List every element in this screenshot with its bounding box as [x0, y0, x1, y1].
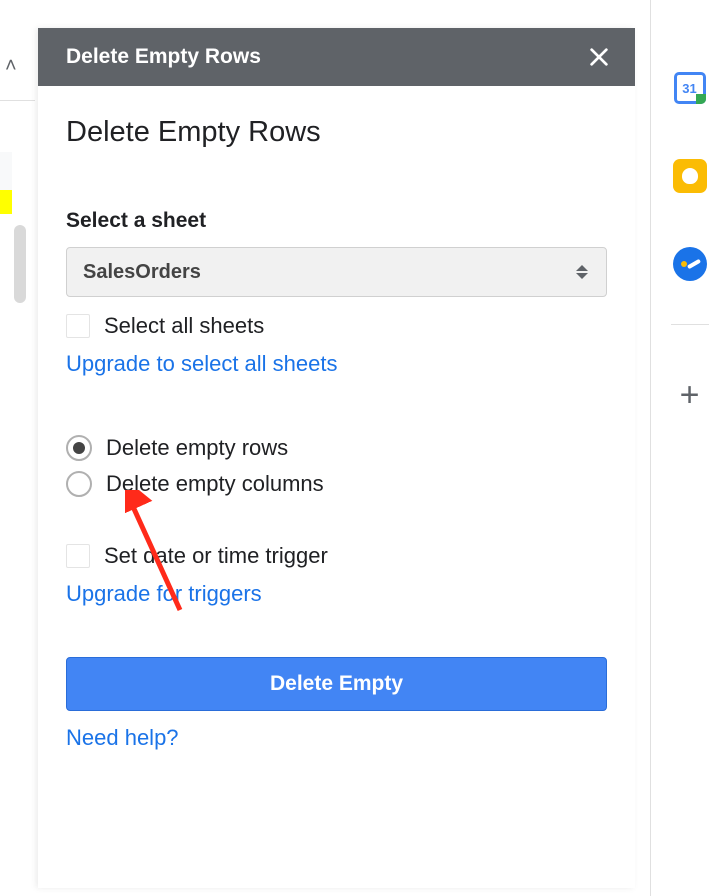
dropdown-caret-icon [576, 265, 588, 279]
delete-empty-columns-label: Delete empty columns [106, 471, 324, 497]
add-addon-button[interactable]: + [672, 377, 708, 413]
panel-body: Delete Empty Rows Select a sheet SalesOr… [38, 86, 635, 751]
select-sheet-label: Select a sheet [66, 209, 607, 233]
divider [0, 100, 35, 101]
plus-icon: + [680, 378, 700, 412]
delete-empty-rows-radio[interactable]: Delete empty rows [66, 435, 607, 461]
checkbox-icon [66, 544, 90, 568]
highlighted-cell-sliver [0, 190, 12, 214]
scrollbar-sliver[interactable] [14, 225, 26, 303]
delete-empty-button[interactable]: Delete Empty [66, 657, 607, 711]
panel-header: Delete Empty Rows [38, 28, 635, 86]
google-side-panel: 31 + [650, 0, 728, 896]
sheet-dropdown[interactable]: SalesOrders [66, 247, 607, 297]
keep-icon [673, 159, 707, 193]
close-button[interactable] [585, 43, 613, 71]
tasks-icon [673, 247, 707, 281]
calendar-icon: 31 [674, 72, 706, 104]
close-icon [588, 46, 610, 68]
checkbox-icon [66, 314, 90, 338]
sheet-dropdown-value: SalesOrders [83, 261, 201, 284]
select-all-sheets-label: Select all sheets [104, 313, 264, 339]
calendar-day-number: 31 [682, 81, 696, 96]
main-heading: Delete Empty Rows [66, 116, 607, 149]
radio-selected-icon [66, 435, 92, 461]
delete-empty-rows-label: Delete empty rows [106, 435, 288, 461]
need-help-link[interactable]: Need help? [66, 725, 179, 751]
upgrade-triggers-link[interactable]: Upgrade for triggers [66, 581, 262, 607]
delete-empty-columns-radio[interactable]: Delete empty columns [66, 471, 607, 497]
addon-sidebar-panel: Delete Empty Rows Delete Empty Rows Sele… [38, 28, 635, 888]
radio-unselected-icon [66, 471, 92, 497]
upgrade-select-all-link[interactable]: Upgrade to select all sheets [66, 351, 338, 377]
set-trigger-label: Set date or time trigger [104, 543, 328, 569]
side-divider [671, 324, 709, 325]
chevron-up-icon: ˄ [5, 55, 17, 78]
calendar-app-icon[interactable]: 31 [672, 70, 708, 106]
select-all-sheets-checkbox[interactable]: Select all sheets [66, 313, 607, 339]
tasks-app-icon[interactable] [672, 246, 708, 282]
sheet-column-sliver [0, 152, 12, 190]
keep-app-icon[interactable] [672, 158, 708, 194]
set-trigger-checkbox[interactable]: Set date or time trigger [66, 543, 607, 569]
panel-title: Delete Empty Rows [66, 45, 261, 69]
